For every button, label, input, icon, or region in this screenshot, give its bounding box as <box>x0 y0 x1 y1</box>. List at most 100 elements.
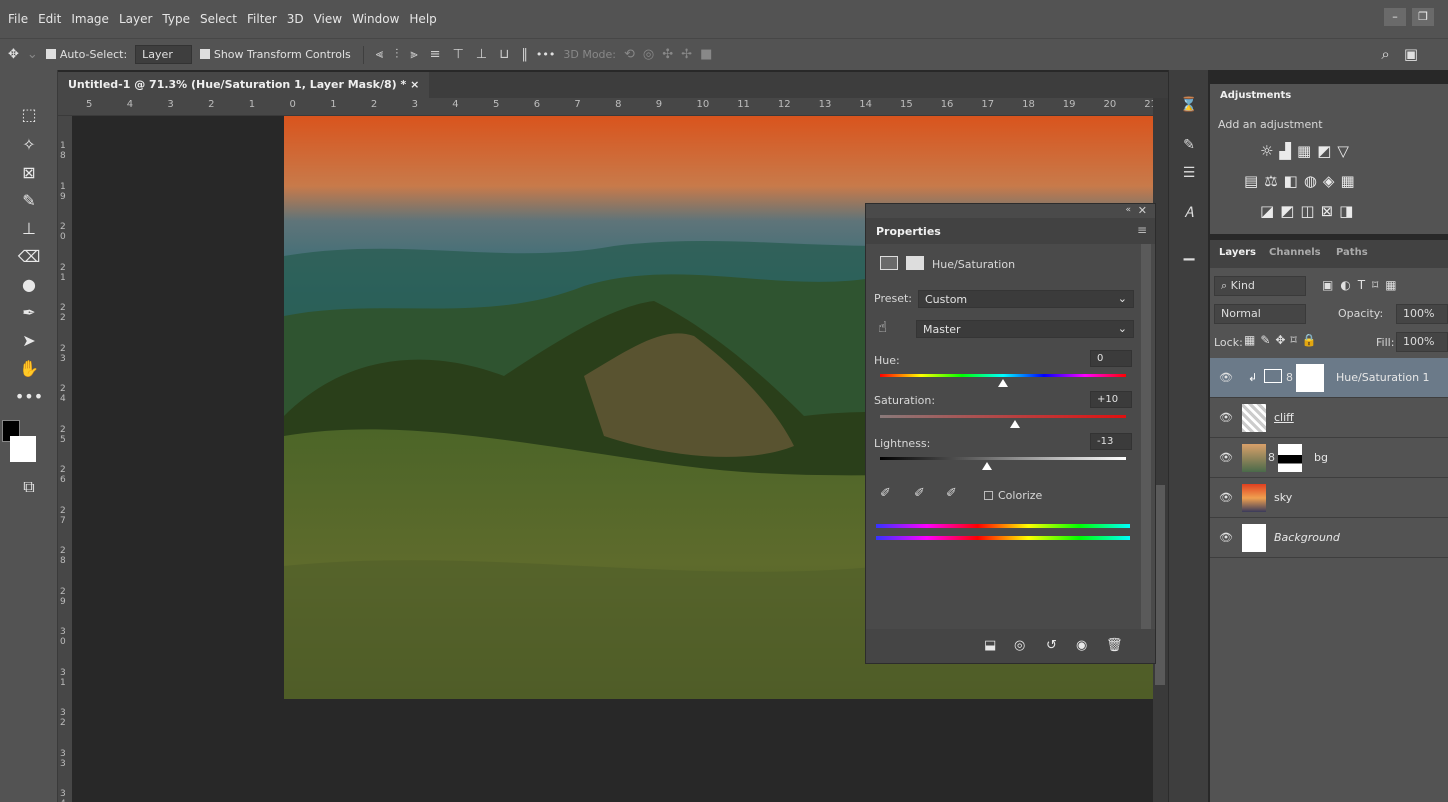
stamp-tool-icon[interactable]: ⊥ <box>14 216 44 242</box>
hue-saturation-icon[interactable]: ▤ <box>1244 172 1264 190</box>
eye-icon[interactable]: 👁 <box>1219 371 1233 384</box>
tab-channels[interactable]: Channels <box>1269 247 1321 258</box>
gradient-map-icon[interactable]: ⊠ <box>1321 202 1340 220</box>
canvas-scroll-thumb[interactable] <box>1155 485 1165 685</box>
color-balance-icon[interactable]: ⚖ <box>1264 172 1283 190</box>
levels-icon[interactable]: ▟ <box>1279 142 1297 160</box>
align-right-icon[interactable]: ⫸ <box>410 47 417 62</box>
history-icon[interactable]: ⌛ <box>1178 94 1200 116</box>
layer-mask-thumb[interactable] <box>1296 364 1324 392</box>
layer-row[interactable]: 👁 Background <box>1210 518 1448 558</box>
eye-icon[interactable]: 👁 <box>1219 451 1233 464</box>
workspace-icon[interactable]: ▣ <box>1404 45 1418 63</box>
delete-icon[interactable]: 🗑 <box>1106 638 1123 653</box>
hand-tool-icon[interactable]: ✋ <box>14 356 44 382</box>
magic-wand-icon[interactable]: ✧ <box>14 132 44 158</box>
brush-settings-icon[interactable]: ✎ <box>1178 134 1200 156</box>
panel-menu-icon[interactable]: ≡ <box>1137 223 1147 237</box>
healing-brush-icon[interactable]: ✎ <box>14 188 44 214</box>
tab-paths[interactable]: Paths <box>1336 247 1368 258</box>
saturation-slider-track[interactable] <box>880 415 1126 418</box>
eyedropper-subtract-icon[interactable]: ✐ <box>946 486 957 501</box>
frame-tool-icon[interactable]: ⊠ <box>14 160 44 186</box>
selection-arrow-icon[interactable]: ➤ <box>14 328 44 354</box>
menu-type[interactable]: Type <box>162 12 190 26</box>
color-lookup-icon[interactable]: ▦ <box>1340 172 1360 190</box>
background-color-swatch[interactable] <box>10 436 36 462</box>
align-hcenter-icon[interactable]: ⫶ <box>395 47 398 62</box>
more-tools-icon[interactable]: ••• <box>14 384 44 410</box>
eyedropper-add-icon[interactable]: ✐ <box>914 486 925 501</box>
properties-icon[interactable]: ☰ <box>1178 162 1200 184</box>
menu-window[interactable]: Window <box>352 12 399 26</box>
histogram-icon[interactable]: ▁ <box>1178 242 1200 264</box>
menu-filter[interactable]: Filter <box>247 12 277 26</box>
more-options-button[interactable]: ••• <box>536 48 555 61</box>
layer-mask-icon[interactable] <box>906 256 924 270</box>
colorize-checkbox[interactable] <box>984 491 993 500</box>
fill-input[interactable]: 100% <box>1396 332 1448 352</box>
marquee-tool-icon[interactable]: ⬚ <box>14 102 44 128</box>
align-left-icon[interactable]: ⫷ <box>376 47 383 62</box>
menu-layer[interactable]: Layer <box>119 12 152 26</box>
targeted-adjustment-icon[interactable]: ☝ <box>878 318 887 336</box>
3d-roll-icon[interactable]: ◎ <box>643 47 654 62</box>
blend-mode-dropdown[interactable]: Normal <box>1214 304 1306 324</box>
hue-value-input[interactable]: 0 <box>1090 350 1132 367</box>
move-tool-icon[interactable]: ✥ <box>8 47 19 62</box>
3d-camera-icon[interactable]: ■ <box>700 47 712 62</box>
invert-icon[interactable]: ◪ <box>1260 202 1280 220</box>
eye-icon[interactable]: 👁 <box>1219 411 1233 424</box>
character-icon[interactable]: 𝐴 <box>1178 202 1200 224</box>
blur-tool-icon[interactable]: ● <box>14 272 44 298</box>
properties-scrollbar[interactable] <box>1141 244 1151 629</box>
align-vcenter-icon[interactable]: ⊥ <box>476 47 487 62</box>
saturation-value-input[interactable]: +10 <box>1090 391 1132 408</box>
layer-row[interactable]: 👁 sky <box>1210 478 1448 518</box>
eyedropper-icon[interactable]: ✐ <box>880 486 891 501</box>
layer-row[interactable]: 👁 8 bg <box>1210 438 1448 478</box>
menu-view[interactable]: View <box>314 12 342 26</box>
menu-file[interactable]: File <box>8 12 28 26</box>
adjustment-layer-icon[interactable] <box>880 256 898 270</box>
layer-row[interactable]: 👁 ↲ 8 Hue/Saturation 1 <box>1210 358 1448 398</box>
minimize-button[interactable]: – <box>1384 8 1406 26</box>
menu-image[interactable]: Image <box>71 12 109 26</box>
show-transform-checkbox[interactable]: Show Transform Controls <box>199 48 351 61</box>
threshold-icon[interactable]: ◫ <box>1300 202 1320 220</box>
eye-icon[interactable]: 👁 <box>1219 491 1233 504</box>
lightness-slider-track[interactable] <box>880 457 1126 460</box>
eraser-icon[interactable]: ⌫ <box>14 244 44 270</box>
collapse-icon[interactable]: « <box>1125 205 1131 215</box>
brightness-icon[interactable]: ☼ <box>1260 142 1279 160</box>
tab-layers[interactable]: Layers <box>1219 247 1256 258</box>
search-icon[interactable]: ⌕ <box>1381 45 1389 63</box>
layer-row[interactable]: 👁 cliff <box>1210 398 1448 438</box>
layer-mask-thumb[interactable] <box>1278 444 1302 472</box>
adjustments-tab[interactable]: Adjustments <box>1210 84 1302 108</box>
chevron-down-icon[interactable]: ⌄ <box>27 47 38 62</box>
lightness-value-input[interactable]: -13 <box>1090 433 1132 450</box>
hue-slider-track[interactable] <box>880 374 1126 377</box>
opacity-input[interactable]: 100% <box>1396 304 1448 324</box>
black-white-icon[interactable]: ◧ <box>1284 172 1304 190</box>
clip-to-layer-icon[interactable]: ⬓ <box>984 638 996 653</box>
channel-dropdown[interactable]: Master ⌄ <box>916 320 1134 338</box>
3d-slide-icon[interactable]: ✢ <box>681 47 692 62</box>
channel-mixer-icon[interactable]: ◈ <box>1323 172 1341 190</box>
document-tab[interactable]: Untitled-1 @ 71.3% (Hue/Saturation 1, La… <box>58 72 430 98</box>
quick-mask-icon[interactable]: ⧉ <box>14 474 44 500</box>
vibrance-icon[interactable]: ▽ <box>1337 142 1355 160</box>
eye-icon[interactable]: 👁 <box>1219 531 1233 544</box>
photo-filter-icon[interactable]: ◍ <box>1304 172 1323 190</box>
saturation-slider-thumb[interactable] <box>1010 420 1021 428</box>
menu-select[interactable]: Select <box>200 12 237 26</box>
toggle-visibility-icon[interactable]: ◉ <box>1076 638 1087 653</box>
pen-tool-icon[interactable]: ✒ <box>14 300 44 326</box>
hue-slider-thumb[interactable] <box>998 379 1008 387</box>
distribute-icon[interactable]: ≡ <box>430 47 441 62</box>
3d-pan-icon[interactable]: ✣ <box>662 47 673 62</box>
auto-select-checkbox[interactable]: Auto-Select: <box>45 48 127 61</box>
view-previous-icon[interactable]: ◎ <box>1014 638 1025 653</box>
filter-kind-dropdown[interactable]: ⌕ Kind <box>1214 276 1306 296</box>
